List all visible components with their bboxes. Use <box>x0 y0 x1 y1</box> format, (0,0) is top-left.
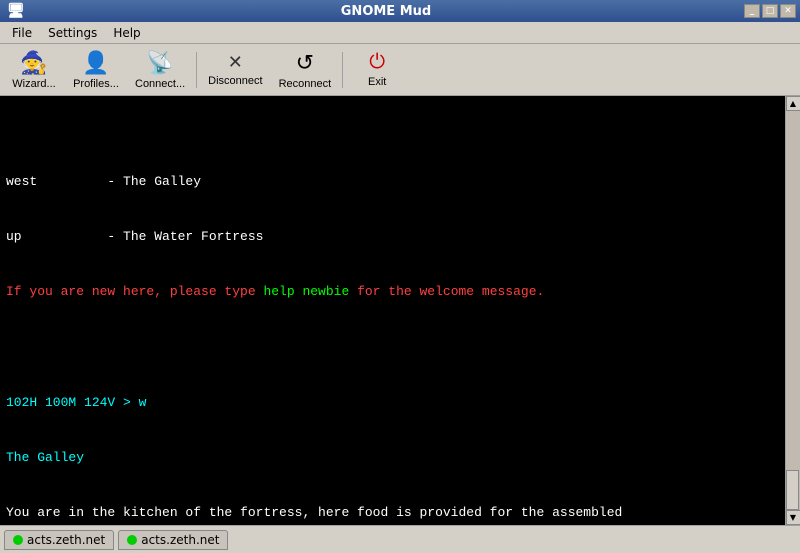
main-area: west - The Galley up - The Water Fortres… <box>0 96 800 525</box>
profiles-button[interactable]: 👤 Profiles... <box>66 47 126 93</box>
profiles-icon: 👤 <box>82 50 109 76</box>
tab-2-dot <box>127 535 137 545</box>
window-controls[interactable]: _ □ ✕ <box>744 4 796 18</box>
terminal-line: You are in the kitchen of the fortress, … <box>6 504 779 523</box>
scroll-down-button[interactable]: ▼ <box>786 510 800 525</box>
disconnect-icon: ✕ <box>228 52 243 73</box>
reconnect-button[interactable]: ↺ Reconnect <box>272 47 339 93</box>
tab-1-label: acts.zeth.net <box>27 533 105 547</box>
maximize-button[interactable]: □ <box>762 4 778 18</box>
tab-1-dot <box>13 535 23 545</box>
window-title: GNOME Mud <box>28 4 744 19</box>
tab-1[interactable]: acts.zeth.net <box>4 530 114 550</box>
tab-2[interactable]: acts.zeth.net <box>118 530 228 550</box>
wizard-button[interactable]: 🧙 Wizard... <box>4 47 64 93</box>
connect-button[interactable]: 📡 Connect... <box>128 47 192 93</box>
menu-bar: File Settings Help <box>0 22 800 44</box>
toolbar: 🧙 Wizard... 👤 Profiles... 📡 Connect... ✕… <box>0 44 800 96</box>
terminal-line <box>6 338 779 357</box>
reconnect-icon: ↺ <box>296 50 314 76</box>
terminal-line-cmd1: 102H 100M 124V > w <box>6 394 779 413</box>
disconnect-button[interactable]: ✕ Disconnect <box>201 47 269 93</box>
scroll-thumb[interactable] <box>786 470 799 510</box>
toolbar-separator-1 <box>196 52 197 88</box>
scrollbar[interactable]: ▲ ▼ <box>785 96 800 525</box>
exit-button[interactable]: ⏻ Exit <box>347 47 407 93</box>
close-button[interactable]: ✕ <box>780 4 796 18</box>
menu-help[interactable]: Help <box>105 24 148 42</box>
terminal-line-room-name: The Galley <box>6 449 779 468</box>
title-bar: 🖥 GNOME Mud _ □ ✕ <box>0 0 800 22</box>
status-bar: acts.zeth.net acts.zeth.net <box>0 525 800 553</box>
tab-2-label: acts.zeth.net <box>141 533 219 547</box>
terminal-content: west - The Galley up - The Water Fortres… <box>6 136 779 525</box>
toolbar-separator-2 <box>342 52 343 88</box>
terminal-line-welcome: If you are new here, please type help ne… <box>6 283 779 302</box>
menu-file[interactable]: File <box>4 24 40 42</box>
minimize-button[interactable]: _ <box>744 4 760 18</box>
connect-icon: 📡 <box>146 50 173 76</box>
terminal[interactable]: west - The Galley up - The Water Fortres… <box>0 96 785 525</box>
exit-icon: ⏻ <box>369 51 385 74</box>
terminal-line: west - The Galley <box>6 173 779 192</box>
scroll-track[interactable] <box>786 111 800 510</box>
terminal-line: up - The Water Fortress <box>6 228 779 247</box>
menu-settings[interactable]: Settings <box>40 24 105 42</box>
window-icon: 🖥 <box>7 3 25 19</box>
scroll-up-button[interactable]: ▲ <box>786 96 800 111</box>
wizard-icon: 🧙 <box>20 50 47 76</box>
